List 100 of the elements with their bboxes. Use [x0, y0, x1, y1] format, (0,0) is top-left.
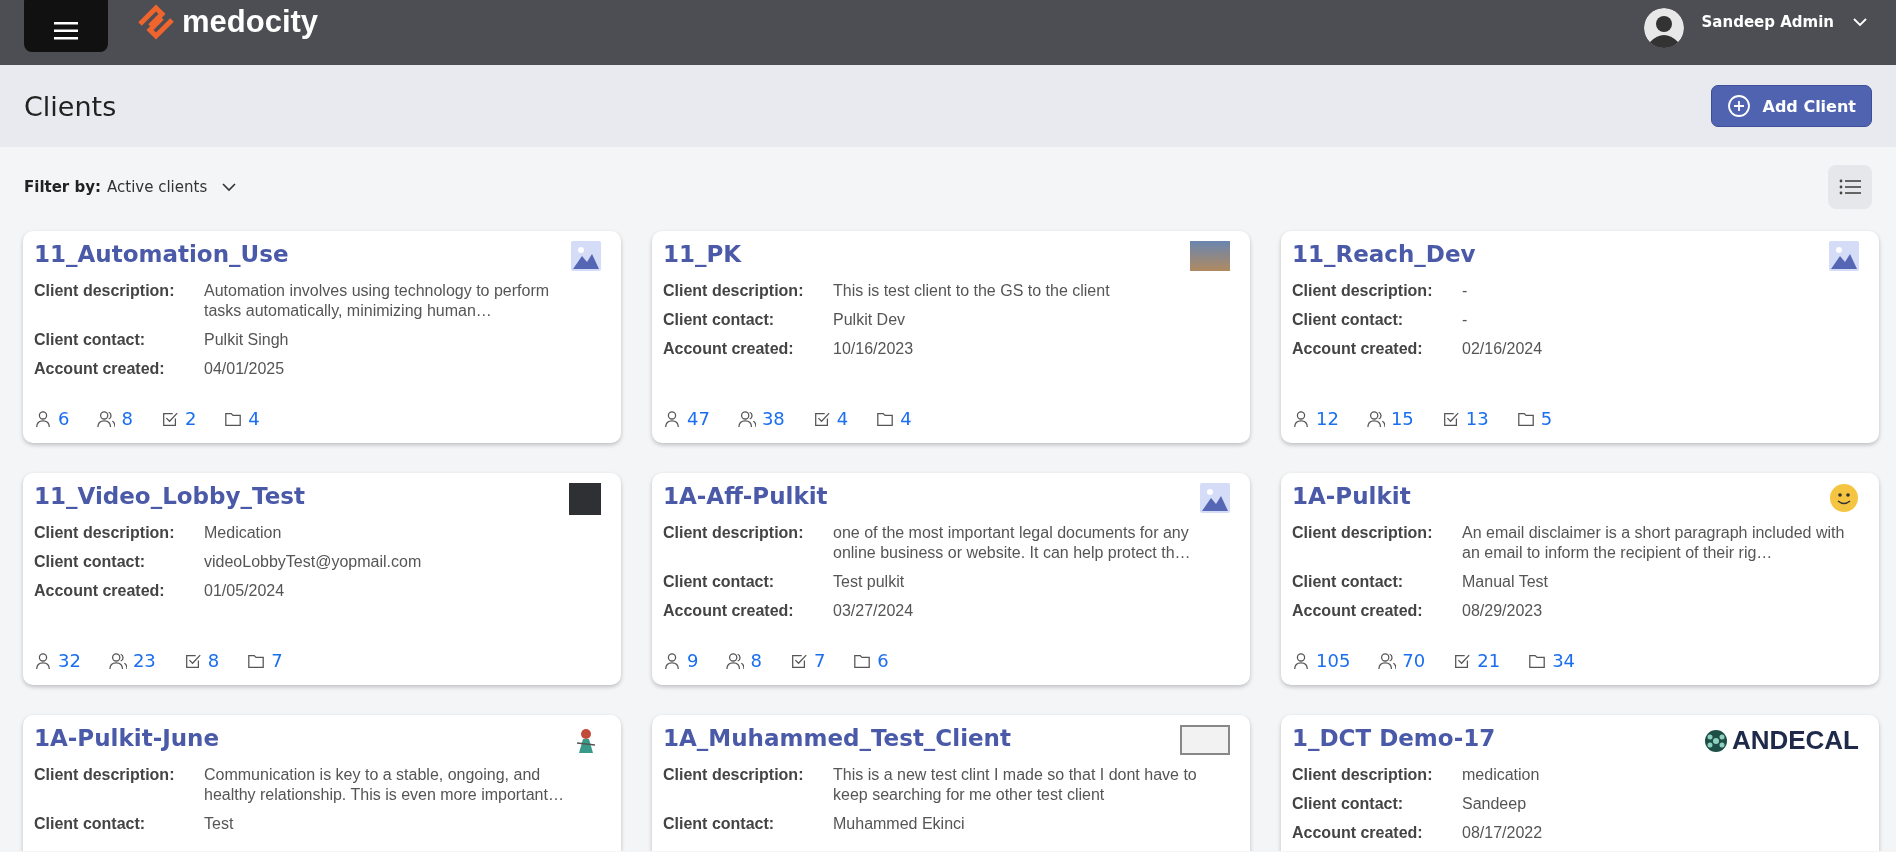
plus-circle-icon — [1726, 94, 1751, 118]
count-link[interactable]: 8 — [121, 408, 133, 429]
brand-name: medocity — [182, 3, 319, 40]
person-icon — [34, 651, 52, 670]
field-value: Test pulkit — [833, 572, 906, 592]
field-label: Client description: — [663, 765, 805, 785]
people-icon — [1378, 651, 1397, 670]
field-label: Client contact: — [34, 330, 147, 350]
client-name-link[interactable]: 1_DCT Demo-17 — [1292, 725, 1496, 751]
field-value: Manual Test — [1462, 572, 1549, 592]
field-label: Client contact: — [1292, 794, 1405, 814]
field-label: Client description: — [663, 523, 805, 543]
page-title: Clients — [24, 90, 117, 122]
field-label: Account created: — [34, 581, 166, 601]
count-link[interactable]: 32 — [58, 650, 81, 671]
count-link[interactable]: 21 — [1477, 650, 1501, 671]
field-label: Client contact: — [1292, 310, 1405, 330]
count-link[interactable]: 2 — [184, 408, 197, 429]
user-menu-button[interactable]: Sandeep Admin — [1697, 12, 1872, 31]
chevron-down-icon — [1852, 16, 1868, 27]
field-label: Client description: — [1292, 765, 1434, 785]
count-link[interactable]: 7 — [271, 650, 283, 671]
field-value: - — [1462, 281, 1469, 301]
field-value: Muhammed Ekinci — [833, 814, 966, 834]
field-label: Client description: — [663, 281, 805, 301]
list-view-button[interactable] — [1828, 165, 1872, 209]
filter-dropdown[interactable]: Active clients — [107, 178, 238, 196]
field-value: This is test client to the GS to the client — [833, 281, 1111, 301]
menu-icon — [54, 22, 78, 40]
field-label: Client description: — [34, 281, 176, 301]
count-link[interactable]: 23 — [132, 650, 156, 671]
person-icon — [1292, 409, 1310, 428]
count-link[interactable]: 15 — [1390, 408, 1414, 429]
count-link[interactable]: 105 — [1316, 650, 1351, 671]
client-name-link[interactable]: 11_PK — [663, 241, 742, 267]
field-value: 08/29/2023 — [1462, 601, 1544, 621]
field-value: An email disclaimer is a short paragraph included with an email to inform the recipient of their rig… — [1462, 523, 1846, 563]
count-link[interactable]: 9 — [687, 650, 699, 671]
image-placeholder-icon — [571, 241, 601, 271]
field-value: 01/05/2024 — [204, 581, 286, 601]
field-label: Client description: — [34, 765, 176, 785]
field-value: 10/16/2023 — [833, 339, 915, 359]
client-name-link[interactable]: 1A-Aff-Pulkit — [663, 483, 828, 509]
filter-label: Filter by: — [24, 178, 101, 196]
person-icon — [34, 409, 52, 428]
field-label: Client contact: — [1292, 572, 1405, 592]
field-label: Account created: — [34, 359, 166, 379]
image-placeholder-icon — [1829, 241, 1859, 271]
chevron-down-icon — [221, 182, 238, 192]
person-icon — [1292, 651, 1310, 670]
hexagon-cluster-icon — [1703, 728, 1728, 753]
field-value: Test — [204, 814, 235, 834]
count-link[interactable]: 47 — [687, 408, 710, 429]
image-placeholder-icon — [1200, 483, 1230, 513]
field-value: 04/01/2025 — [204, 359, 286, 379]
people-icon — [1366, 409, 1385, 428]
client-name-link[interactable]: 1A-Pulkit-June — [34, 725, 220, 751]
people-icon — [108, 651, 127, 670]
field-value: one of the most important legal documents for any online business or website. It can help protect th… — [833, 523, 1192, 563]
count-link[interactable]: 7 — [813, 650, 826, 671]
field-label: Account created: — [1292, 339, 1424, 359]
field-value: Communication is key to a stable, ongoing, and healthy relationship. This is even more important… — [204, 765, 565, 805]
count-link[interactable]: 13 — [1465, 408, 1489, 429]
person-icon — [663, 651, 681, 670]
people-icon — [726, 651, 745, 670]
field-label: Account created: — [1292, 823, 1424, 843]
count-link[interactable]: 8 — [750, 650, 762, 671]
field-value: 08/17/2022 — [1462, 823, 1544, 843]
count-link[interactable]: 6 — [877, 650, 889, 671]
field-label: Account created: — [663, 339, 795, 359]
people-icon — [737, 409, 756, 428]
client-name-link[interactable]: 11_Video_Lobby_Test — [34, 483, 305, 509]
field-label: Client contact: — [34, 552, 147, 572]
field-value: Medication — [204, 523, 283, 543]
avatar-icon — [1643, 7, 1684, 48]
people-icon — [97, 409, 116, 428]
field-value: videoLobbyTest@yopmail.com — [204, 552, 423, 572]
menu-button[interactable] — [24, 0, 108, 52]
add-client-button[interactable]: Add Client — [1710, 85, 1872, 127]
field-value: This is a new test clint I made so that I dont have to keep searching for me other test client — [833, 765, 1198, 805]
count-link[interactable]: 8 — [207, 650, 220, 671]
smiley-icon — [1829, 483, 1859, 513]
client-name-link[interactable]: 1A-Pulkit — [1292, 483, 1411, 509]
logo-text: ANDECAL — [1731, 725, 1859, 756]
field-value: medication — [1462, 765, 1541, 785]
count-link[interactable]: 12 — [1316, 408, 1339, 429]
count-link[interactable]: 38 — [761, 408, 785, 429]
count-link[interactable]: 6 — [58, 408, 70, 429]
field-value: Pulkit Dev — [833, 310, 907, 330]
count-link[interactable]: 4 — [900, 408, 912, 429]
count-link[interactable]: 34 — [1552, 650, 1576, 671]
client-name-link[interactable]: 11_Reach_Dev — [1292, 241, 1476, 267]
client-name-link[interactable]: 11_Automation_Use — [34, 241, 289, 267]
count-link[interactable]: 5 — [1540, 408, 1553, 429]
field-value: 03/27/2024 — [833, 601, 915, 621]
field-value: - — [1462, 310, 1469, 330]
client-name-link[interactable]: 1A_Muhammed_Test_Client — [663, 725, 1011, 751]
count-link[interactable]: 4 — [248, 408, 260, 429]
count-link[interactable]: 70 — [1402, 650, 1426, 671]
count-link[interactable]: 4 — [836, 408, 849, 429]
